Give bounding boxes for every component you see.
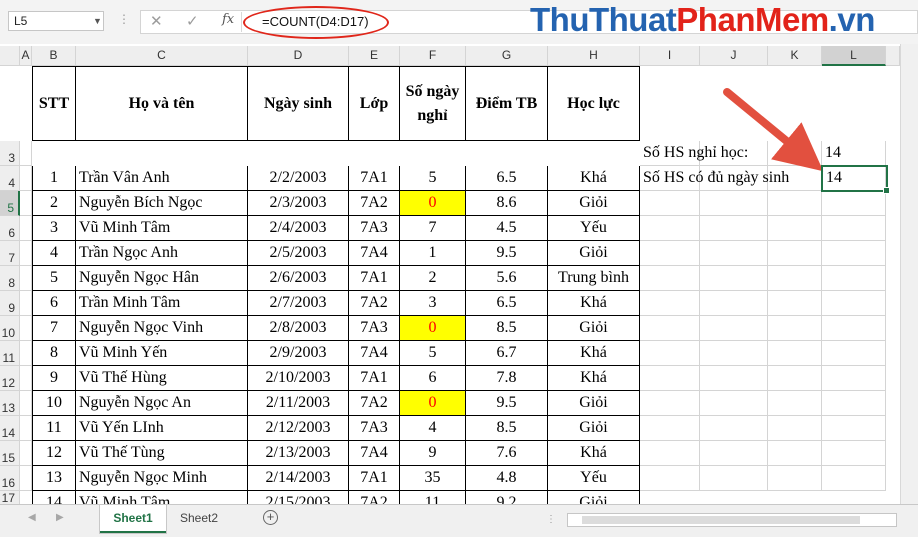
- fill-handle[interactable]: [883, 187, 890, 194]
- add-sheet-icon[interactable]: +: [263, 510, 278, 525]
- tab-split-icon[interactable]: ⋮: [546, 514, 556, 525]
- summary-dob-label: Số HS có đủ ngày sinh: [643, 169, 790, 186]
- annotation-arrow: [723, 88, 824, 172]
- tab-sheet1[interactable]: Sheet1: [100, 505, 166, 533]
- vertical-scrollbar[interactable]: [900, 44, 918, 504]
- scroll-thumb[interactable]: [582, 516, 860, 524]
- sheet-tab-bar: ◀ ▶ Sheet1 Sheet2 + ⋮: [0, 504, 918, 537]
- tab-sheet2[interactable]: Sheet2: [170, 505, 228, 531]
- scroll-tabs-left-icon[interactable]: ◀: [28, 512, 36, 523]
- summary-dob-value-selected[interactable]: 14: [821, 165, 888, 192]
- summary-absent-label: Số HS nghỉ học:: [643, 144, 749, 161]
- horizontal-scrollbar[interactable]: [567, 513, 897, 527]
- scroll-tabs-right-icon[interactable]: ▶: [56, 512, 64, 523]
